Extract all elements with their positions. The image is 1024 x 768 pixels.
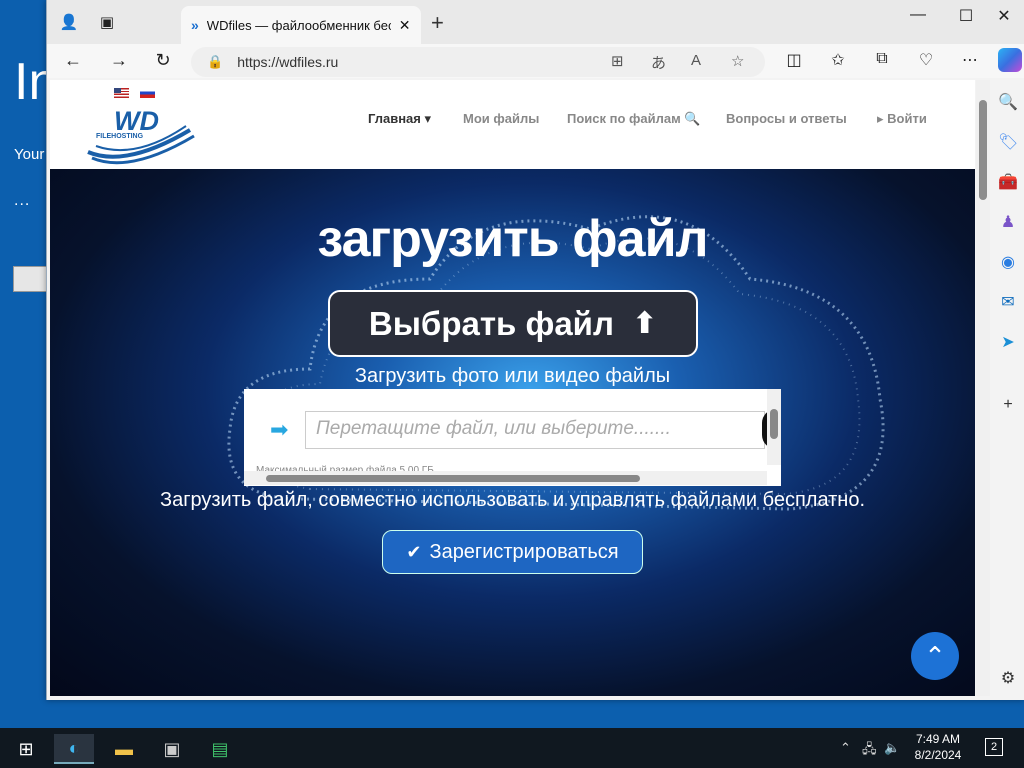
shopping-tag-icon[interactable]: 🏷 — [998, 132, 1018, 152]
translate-icon[interactable]: あ — [651, 52, 666, 73]
copilot-icon[interactable] — [998, 48, 1022, 72]
russian-flag-icon[interactable] — [140, 88, 155, 98]
taskbar-app-icon[interactable]: ▣ — [152, 734, 192, 764]
collections-icon[interactable]: ⧉ — [869, 50, 895, 68]
desktop-subtitle: Your — [14, 146, 45, 163]
web-page: WD FILEHOSTING Главная ▾ Мои файлы Поиск… — [50, 80, 975, 696]
browser-tab[interactable]: » WDfiles — файлообменник бес ✕ — [181, 6, 421, 44]
office-icon[interactable]: ◉ — [998, 252, 1018, 272]
choose-file-button[interactable]: Выбрать файл ⬆ — [328, 290, 698, 357]
outlook-icon[interactable]: ✉ — [998, 292, 1018, 312]
desktop-button[interactable] — [13, 266, 47, 292]
maximize-button[interactable]: ☐ — [951, 6, 981, 26]
clock-date: 8/2/2024 — [914, 748, 962, 762]
tab-actions-icon[interactable]: ▣ — [95, 10, 119, 34]
upload-hint: Загрузить фото или видео файлы — [354, 365, 671, 387]
nav-search-files[interactable]: Поиск по файлам 🔍 — [567, 111, 701, 127]
taskbar-edge-icon[interactable]: ◐ — [54, 734, 94, 764]
checkmark-icon: ✔ — [406, 541, 422, 562]
nav-home[interactable]: Главная ▾ — [368, 111, 431, 127]
scroll-to-top-button[interactable]: ⌃ — [911, 632, 959, 680]
clock[interactable]: 7:49 AM 8/2/2024 — [906, 731, 970, 763]
games-icon[interactable]: ♟ — [998, 212, 1018, 232]
edge-sidebar: 🔍 🏷 🧰 ♟ ◉ ✉ ➤ + ⚙ — [992, 80, 1024, 696]
profile-icon[interactable]: 👤 — [57, 10, 81, 34]
add-sidebar-item-icon[interactable]: + — [998, 396, 1018, 414]
tray-chevron-icon[interactable]: ⌃ — [840, 740, 851, 756]
english-flag-icon[interactable] — [114, 88, 129, 98]
site-header: WD FILEHOSTING Главная ▾ Мои файлы Поиск… — [50, 80, 975, 169]
split-screen-icon[interactable]: ◫ — [781, 50, 807, 70]
settings-gear-icon[interactable]: ⚙ — [998, 668, 1018, 688]
register-label: Зарегистрироваться — [429, 540, 619, 563]
browser-essentials-icon[interactable]: ♡ — [913, 50, 939, 70]
drop-zone-vertical-scrollbar[interactable] — [767, 389, 781, 465]
address-bar[interactable]: 🔒 https://wdfiles.ru ⊞ あ A ☆ — [191, 47, 765, 77]
taskbar-file-explorer-icon[interactable]: ▬ — [104, 734, 144, 764]
nav-faq[interactable]: Вопросы и ответы — [726, 111, 847, 126]
new-tab-button[interactable]: + — [431, 10, 444, 36]
favorite-star-icon[interactable]: ☆ — [731, 52, 744, 70]
upload-hero: загрузить файл Выбрать файл ⬆ Загрузить … — [50, 169, 975, 696]
close-tab-icon[interactable]: ✕ — [399, 17, 411, 34]
network-icon[interactable]: 🖧 — [862, 740, 877, 762]
upload-icon: ⬆ — [631, 307, 658, 340]
back-button[interactable]: ← — [59, 50, 87, 71]
logo-filehosting: FILEHOSTING — [96, 133, 144, 140]
search-icon[interactable]: 🔍 — [998, 92, 1018, 112]
desktop-spinner: ... — [14, 192, 31, 209]
nav-login[interactable]: ▸ Войти — [877, 111, 927, 127]
site-favicon-icon: » — [191, 17, 199, 33]
send-icon[interactable]: ➤ — [998, 332, 1018, 352]
tools-icon[interactable]: 🧰 — [998, 172, 1018, 192]
arrow-right-icon: ➡ — [270, 417, 289, 442]
nav-my-files[interactable]: Мои файлы — [463, 111, 539, 126]
close-window-button[interactable]: ✕ — [989, 6, 1019, 26]
drop-file-input[interactable]: Перетащите файл, или выберите....... — [305, 411, 765, 449]
more-options-icon[interactable]: ⋯ — [957, 50, 983, 70]
drop-zone-horizontal-scrollbar[interactable] — [244, 471, 767, 485]
taskbar: ⊞ ◐ ▬ ▣ ▤ ⌃ 🖧 🔈 7:49 AM 8/2/2024 2 — [0, 728, 1024, 768]
browser-toolbar: ← → ↻ 🔒 https://wdfiles.ru ⊞ あ A ☆ ◫ ✩ ⧉… — [47, 44, 1024, 78]
title-bar: 👤 ▣ » WDfiles — файлообменник бес ✕ + — … — [47, 0, 1024, 44]
tab-title: WDfiles — файлообменник бес — [206, 17, 391, 33]
hero-tagline: Загрузить файл, совместно использовать и… — [159, 489, 866, 511]
taskbar-green-app-icon[interactable]: ▤ — [200, 734, 240, 764]
page-scrollbar[interactable] — [976, 80, 990, 696]
favorites-icon[interactable]: ✩ — [825, 50, 851, 70]
choose-file-label: Выбрать файл — [368, 304, 614, 342]
notifications-badge[interactable]: 2 — [985, 738, 1003, 756]
start-button[interactable]: ⊞ — [6, 734, 46, 764]
volume-muted-icon[interactable]: 🔈 — [884, 740, 900, 756]
lock-icon[interactable]: 🔒 — [207, 54, 223, 70]
read-aloud-icon[interactable]: A — [691, 52, 701, 69]
clock-time: 7:49 AM — [915, 732, 961, 746]
app-available-icon[interactable]: ⊞ — [611, 52, 624, 70]
url-text: https://wdfiles.ru — [237, 54, 339, 70]
hero-title: загрузить файл — [317, 210, 708, 268]
register-button[interactable]: ✔ Зарегистрироваться — [382, 530, 643, 574]
site-logo[interactable]: WD FILEHOSTING — [86, 104, 196, 166]
refresh-button[interactable]: ↻ — [149, 50, 177, 71]
minimize-button[interactable]: — — [903, 6, 933, 24]
forward-button[interactable]: → — [105, 50, 133, 71]
